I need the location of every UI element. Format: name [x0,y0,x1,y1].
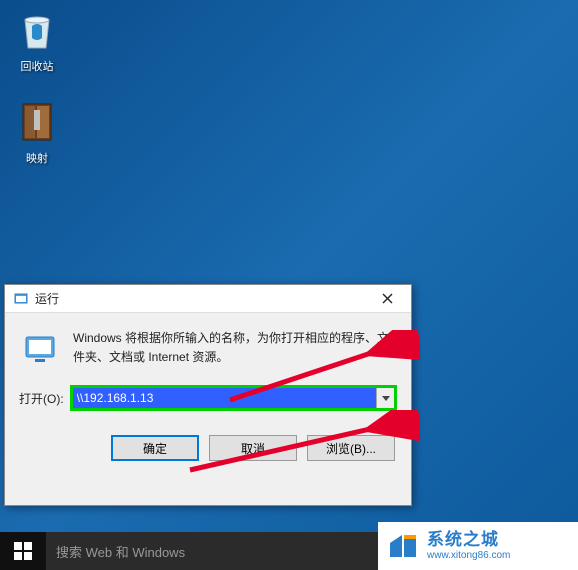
watermark-title: 系统之城 [427,531,510,550]
watermark-url: www.xitong86.com [427,550,510,561]
open-input[interactable] [73,388,376,408]
browse-button[interactable]: 浏览(B)... [307,435,395,461]
mapping-label: 映射 [2,150,72,166]
titlebar[interactable]: 运行 [5,285,411,313]
run-dialog-icon [13,291,29,307]
chevron-down-icon [382,396,390,401]
start-button[interactable] [0,532,46,570]
mapping-icon-item[interactable]: 映射 [2,98,72,166]
watermark-logo-icon [385,528,421,564]
close-button[interactable] [367,286,407,312]
windows-icon [14,542,32,560]
taskbar: 搜索 Web 和 Windows [0,532,380,570]
run-dialog: 运行 Windows 将根据你所输入的名称，为你打开相应的程序、文件夹、文档或 … [4,284,412,506]
open-combobox[interactable] [70,385,397,411]
cancel-button[interactable]: 取消 [209,435,297,461]
recycle-bin-label: 回收站 [2,58,72,74]
dialog-title: 运行 [35,290,59,307]
open-label: 打开(O): [19,390,64,407]
combobox-dropdown-button[interactable] [376,388,394,408]
recycle-bin-icon [13,6,61,54]
close-icon [382,293,393,304]
watermark: 系统之城 www.xitong86.com [378,522,578,570]
ok-button[interactable]: 确定 [111,435,199,461]
search-placeholder: 搜索 Web 和 Windows [56,542,185,561]
run-icon [21,329,61,369]
archive-icon [13,98,61,146]
dialog-description: Windows 将根据你所输入的名称，为你打开相应的程序、文件夹、文档或 Int… [73,329,395,369]
taskbar-search[interactable]: 搜索 Web 和 Windows [46,532,380,570]
recycle-bin[interactable]: 回收站 [2,6,72,74]
